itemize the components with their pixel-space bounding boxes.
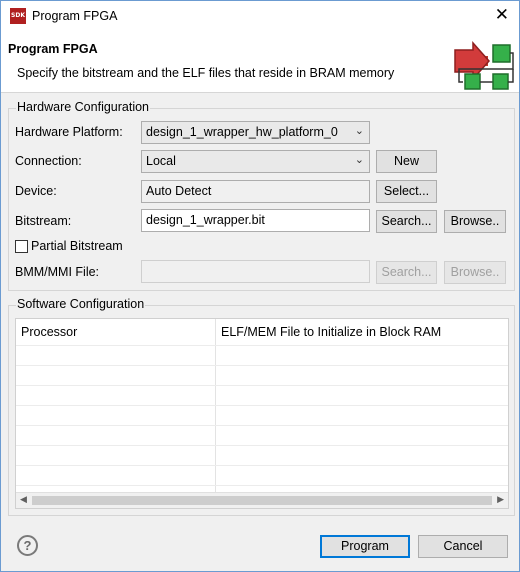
table-row: [16, 425, 508, 426]
program-fpga-dialog: SDK Program FPGA ✕ Program FPGA Specify …: [0, 0, 520, 572]
connection-combo[interactable]: Local ⌄: [141, 150, 370, 173]
header-banner: Program FPGA Specify the bitstream and t…: [1, 31, 519, 93]
table-row: [16, 385, 508, 386]
table-row: [16, 405, 508, 406]
bitstream-label: Bitstream:: [15, 214, 72, 228]
software-configuration-legend: Software Configuration: [16, 297, 146, 311]
bitstream-browse-button[interactable]: Browse..: [444, 210, 506, 233]
connection-label: Connection:: [15, 154, 82, 168]
page-description: Specify the bitstream and the ELF files …: [17, 66, 395, 80]
bmm-browse-button: Browse..: [444, 261, 506, 284]
hardware-configuration-group: Hardware Configuration Hardware Platform…: [8, 100, 515, 291]
select-device-button[interactable]: Select...: [376, 180, 437, 203]
column-header-elf-file[interactable]: ELF/MEM File to Initialize in Block RAM: [221, 325, 441, 339]
bitstream-input[interactable]: design_1_wrapper.bit: [141, 209, 370, 232]
hardware-platform-label: Hardware Platform:: [15, 125, 123, 139]
processor-elf-table[interactable]: Processor ELF/MEM File to Initialize in …: [15, 318, 509, 509]
table-row: [16, 445, 508, 446]
software-configuration-group: Software Configuration Processor ELF/MEM…: [8, 297, 515, 516]
page-title: Program FPGA: [8, 42, 98, 56]
partial-bitstream-checkbox[interactable]: [15, 240, 28, 253]
close-icon[interactable]: ✕: [495, 5, 509, 25]
window-title: Program FPGA: [32, 9, 118, 23]
connection-value: Local: [146, 154, 176, 168]
program-fpga-flow-icon: [454, 41, 514, 90]
table-row: [16, 365, 508, 366]
bmm-mmi-file-input: [141, 260, 370, 283]
hardware-platform-value: design_1_wrapper_hw_platform_0: [146, 125, 338, 139]
cancel-button[interactable]: Cancel: [418, 535, 508, 558]
chevron-down-icon: ⌄: [354, 154, 364, 166]
horizontal-scrollbar[interactable]: ◀ ▶: [16, 492, 508, 508]
bmm-mmi-file-label: BMM/MMI File:: [15, 265, 100, 279]
device-field: Auto Detect: [141, 180, 370, 203]
hardware-platform-combo[interactable]: design_1_wrapper_hw_platform_0 ⌄: [141, 121, 370, 144]
bmm-search-button: Search...: [376, 261, 437, 284]
bitstream-search-button[interactable]: Search...: [376, 210, 437, 233]
program-button[interactable]: Program: [320, 535, 410, 558]
sdk-app-icon: SDK: [10, 8, 26, 24]
chevron-down-icon: ⌄: [354, 125, 364, 137]
device-label: Device:: [15, 184, 57, 198]
table-header: Processor ELF/MEM File to Initialize in …: [16, 319, 508, 345]
scroll-right-icon[interactable]: ▶: [497, 494, 504, 505]
scrollbar-thumb[interactable]: [32, 496, 492, 505]
partial-bitstream-label: Partial Bitstream: [31, 239, 123, 253]
table-row: [16, 465, 508, 466]
column-header-processor[interactable]: Processor: [21, 325, 77, 339]
table-row: [16, 485, 508, 486]
title-bar: SDK Program FPGA ✕: [1, 1, 519, 31]
scroll-left-icon[interactable]: ◀: [20, 494, 27, 505]
new-connection-button[interactable]: New: [376, 150, 437, 173]
hardware-configuration-legend: Hardware Configuration: [16, 100, 151, 114]
help-icon[interactable]: ?: [17, 535, 38, 556]
table-row: [16, 345, 508, 346]
